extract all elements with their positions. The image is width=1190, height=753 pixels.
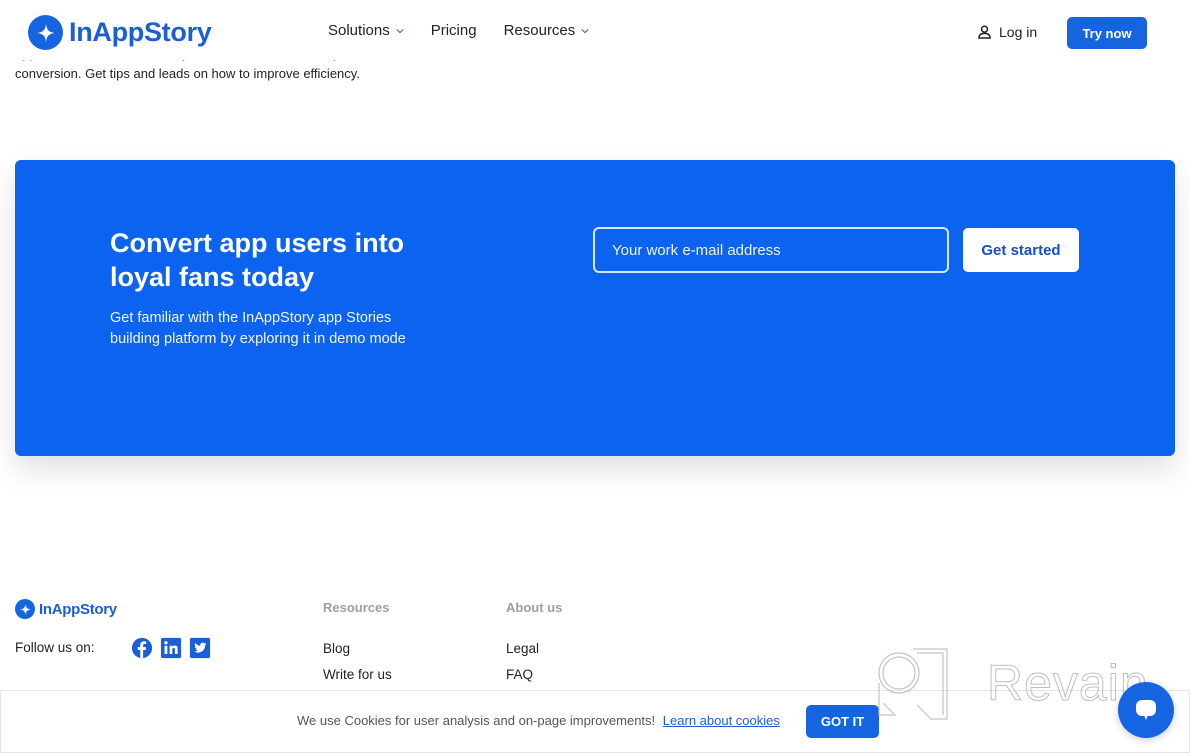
brand-name: InAppStory [69,17,212,47]
cookie-text: We use Cookies for user analysis and on-… [297,713,656,728]
try-now-button[interactable]: Try now [1067,17,1147,49]
cta-title: Convert app users into loyal fans today [110,228,405,292]
cta-description: Get familiar with the InAppStory app Sto… [110,310,406,347]
cta-banner: Convert app users into loyal fans today … [15,160,1175,456]
footer-heading-resources: Resources [323,600,390,615]
follow-label: Follow us on: [15,640,95,655]
nav-resources-label: Resources [503,22,576,39]
twitter-icon[interactable] [189,637,211,659]
user-icon [978,25,991,39]
login-label: Log in [999,24,1038,40]
footer-logo[interactable]: InAppStory [15,599,117,619]
main-nav: Solutions Pricing Resources [328,22,616,39]
chat-bubble-icon [1136,700,1156,720]
get-started-button[interactable]: Get started [963,228,1079,272]
footer-column-about: About us Legal FAQ [506,600,562,693]
footer-link-faq[interactable]: FAQ [506,667,562,682]
footer-link-write-for-us[interactable]: Write for us [323,667,392,682]
nav-solutions[interactable]: Solutions [328,22,404,39]
sparkle-logo-icon [28,15,63,50]
site-header: InAppStory Solutions Pricing Resources L… [0,0,1190,60]
learn-cookies-link[interactable]: Learn about cookies [663,713,780,728]
sparkle-logo-icon [15,599,35,619]
email-input[interactable] [593,227,949,273]
brand-logo[interactable]: InAppStory [28,15,212,50]
footer-link-blog[interactable]: Blog [323,641,392,656]
chat-widget-button[interactable] [1118,682,1174,738]
revain-watermark: Revain [873,645,1149,721]
nav-resources[interactable]: Resources [504,22,590,39]
footer-link-legal[interactable]: Legal [506,641,562,656]
nav-solutions-label: Solutions [328,22,390,39]
revain-logo-icon [878,648,948,720]
chevron-down-icon [396,28,404,33]
chevron-down-icon [581,28,589,33]
nav-pricing[interactable]: Pricing [431,22,477,39]
footer-heading-about: About us [506,600,563,615]
cookie-message: We use Cookies for user analysis and on-… [297,713,780,728]
linkedin-icon[interactable] [160,637,182,659]
footer-brand-name: InAppStory [39,600,117,618]
footer-column-resources: Resources Blog Write for us [323,600,392,693]
social-links [131,637,218,659]
got-it-button[interactable]: GOT IT [806,705,879,738]
login-link[interactable]: Log in [978,24,1037,40]
nav-pricing-label: Pricing [430,22,477,39]
feature-text-line2: conversion. Get tips and leads on how to… [15,66,360,81]
facebook-icon[interactable] [131,637,153,659]
